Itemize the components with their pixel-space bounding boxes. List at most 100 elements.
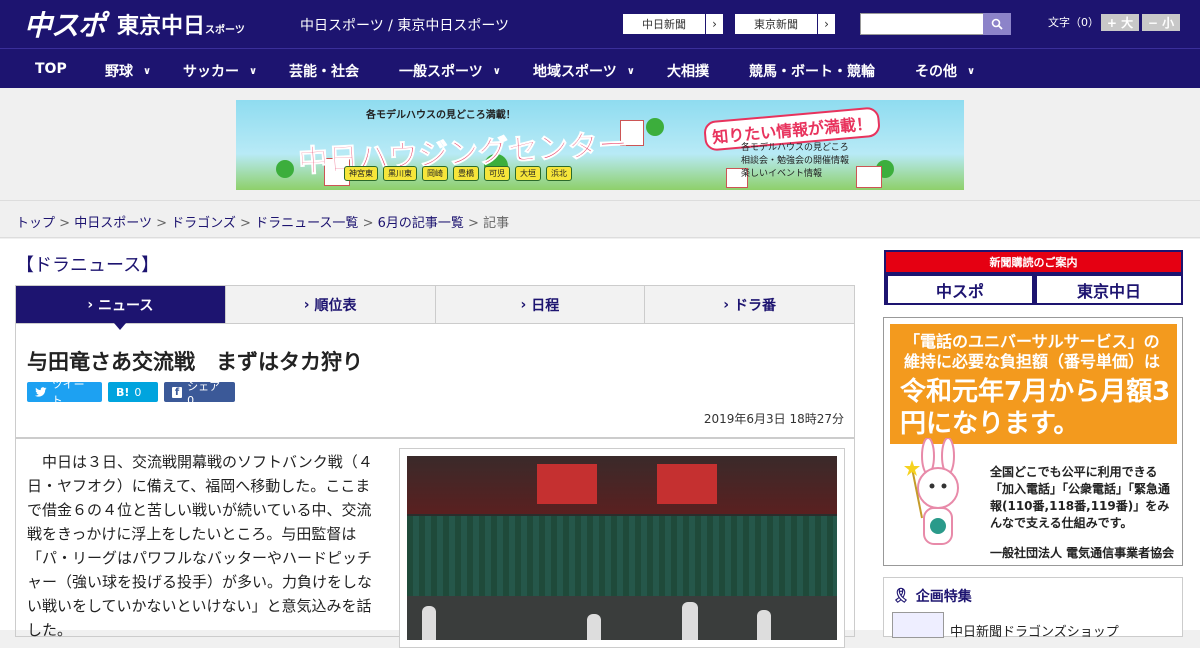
feature-thumbnail bbox=[892, 612, 944, 638]
paper-link-label: 東京新聞 bbox=[754, 18, 798, 31]
feature-title: 企画特集 bbox=[915, 589, 972, 605]
tweet-button[interactable]: ツイート bbox=[27, 378, 102, 407]
font-smaller-button[interactable]: − 小 bbox=[1142, 14, 1180, 31]
ad-organization: 一般社団法人 電気通信事業者協会 bbox=[990, 546, 1175, 560]
nav-label: その他 bbox=[915, 64, 957, 80]
search-input[interactable] bbox=[860, 13, 984, 35]
subscribe-tokyo-chunichi-button[interactable]: 東京中日 bbox=[1037, 276, 1181, 303]
tree-illustration bbox=[646, 118, 664, 136]
search-button[interactable] bbox=[983, 13, 1011, 35]
nav-label: 一般スポーツ bbox=[399, 64, 483, 80]
news-tabs: › ニュース › 順位表 › 日程 › ドラ番 bbox=[15, 285, 855, 330]
bunny-mascot-icon bbox=[904, 438, 959, 545]
nav-item-general-sports[interactable]: 一般スポーツ ∨ bbox=[399, 61, 501, 81]
breadcrumb-separator: > bbox=[59, 216, 71, 231]
player-figure bbox=[422, 606, 436, 640]
article-photo[interactable] bbox=[399, 448, 845, 648]
nav-item-local-sports[interactable]: 地域スポーツ ∨ bbox=[533, 61, 635, 81]
chevron-down-icon: ∨ bbox=[967, 65, 976, 77]
nav-item-other[interactable]: その他 ∨ bbox=[915, 61, 975, 81]
facebook-share-label: シェア 0 bbox=[187, 379, 221, 407]
tab-label: ニュース bbox=[98, 297, 154, 314]
nav-item-soccer[interactable]: サッカー ∨ bbox=[183, 61, 257, 81]
tab-news[interactable]: › ニュース bbox=[16, 286, 226, 330]
ad-city: 黒川東 bbox=[383, 166, 417, 181]
main-nav: TOP 野球 ∨ サッカー ∨ 芸能・社会 一般スポーツ ∨ 地域スポーツ ∨ 大相撲 … bbox=[0, 48, 1200, 88]
ad-question: 「電話のユニバーサルサービス」の維持に必要な負担額（番号単価）は bbox=[904, 332, 1161, 371]
house-illustration bbox=[856, 166, 882, 188]
tab-dora-ban[interactable]: › ドラ番 bbox=[645, 286, 854, 323]
nav-item-top[interactable]: TOP bbox=[35, 61, 67, 77]
tab-standings[interactable]: › 順位表 bbox=[226, 286, 436, 323]
tab-schedule[interactable]: › 日程 bbox=[436, 286, 646, 323]
subscription-box: 新聞購読のご案内 中スポ 東京中日 bbox=[884, 250, 1183, 305]
feature-item-link[interactable]: 中日新聞ドラゴンズショップ bbox=[950, 621, 1119, 640]
font-size-label: 文字（0） bbox=[1048, 16, 1099, 29]
breadcrumb-link-dora-news[interactable]: ドラニュース一覧 bbox=[255, 216, 358, 231]
article-body: 中日は３日、交流戦開幕戦のソフトバンク戦（４日・ヤフオク）に備えて、福岡へ移動し… bbox=[15, 437, 855, 648]
article-date: 2019年6月3日 18時27分 bbox=[703, 412, 844, 426]
ad-feature-line: 各モデルハウスの見どころ bbox=[741, 143, 849, 153]
nav-item-baseball[interactable]: 野球 ∨ bbox=[105, 61, 151, 81]
ad-feature-list: 各モデルハウスの見どころ 相談会・勉強会の開催情報 楽しいイベント情報 bbox=[741, 142, 849, 181]
nav-label: 地域スポーツ bbox=[533, 64, 617, 80]
breadcrumb-separator: > bbox=[240, 216, 251, 231]
ad-feature-line: 相談会・勉強会の開催情報 bbox=[741, 156, 850, 166]
nav-label: 芸能・社会 bbox=[289, 64, 359, 80]
ad-city: 岡崎 bbox=[422, 166, 448, 181]
nav-item-racing[interactable]: 競馬・ボート・競輪 bbox=[749, 61, 875, 81]
chevron-right-icon: › bbox=[705, 14, 723, 34]
facebook-icon: f bbox=[172, 386, 183, 398]
site-header: 中スポ 東京中日スポーツ 中日スポーツ / 東京中日スポーツ 中日新聞 › 東京… bbox=[0, 0, 1200, 48]
breadcrumb-current: 記事 bbox=[483, 216, 510, 231]
chunichi-shimbun-link[interactable]: 中日新聞 › bbox=[622, 13, 724, 35]
article-header: 与田竜さあ交流戦 まずはタカ狩り ツイート B! 0 f シェア 0 2019年… bbox=[15, 324, 855, 439]
twitter-icon bbox=[35, 387, 47, 397]
breadcrumb-separator: > bbox=[362, 216, 374, 231]
font-bigger-button[interactable]: + 大 bbox=[1101, 14, 1139, 31]
housing-center-ad[interactable]: 各モデルハウスの見どころ満載！ 中日ハウジングセンター 知りたい情報が満載！ 各… bbox=[236, 100, 964, 190]
hatena-bookmark-button[interactable]: B! 0 bbox=[108, 382, 158, 402]
hatena-icon: B! bbox=[116, 385, 130, 399]
breadcrumb-link-june-articles[interactable]: 6月の記事一覧 bbox=[378, 216, 464, 231]
nav-label: サッカー bbox=[183, 64, 239, 80]
site-logo[interactable]: 中スポ 東京中日スポーツ bbox=[24, 8, 245, 42]
nav-item-entertainment[interactable]: 芸能・社会 bbox=[289, 61, 359, 81]
breadcrumb-link-dragons[interactable]: ドラゴンズ bbox=[171, 216, 236, 231]
breadcrumb-link-chunichi-sports[interactable]: 中日スポーツ bbox=[74, 216, 152, 231]
tab-label: ドラ番 bbox=[733, 297, 776, 314]
site-name: 中日スポーツ / 東京中日スポーツ bbox=[300, 18, 510, 34]
chevron-down-icon: ∨ bbox=[143, 65, 152, 77]
player-figure bbox=[587, 614, 601, 640]
tab-label: 日程 bbox=[531, 297, 560, 314]
nav-label: TOP bbox=[35, 61, 67, 77]
chevron-right-icon: › bbox=[303, 296, 315, 313]
logo-chuspo: 中スポ bbox=[24, 9, 106, 42]
stadium-upper-stand bbox=[407, 456, 837, 514]
subscription-header-label: 新聞購読のご案内 bbox=[989, 256, 1078, 269]
subscription-header: 新聞購読のご案内 bbox=[886, 252, 1181, 272]
tab-label: 順位表 bbox=[314, 297, 357, 314]
player-figure bbox=[682, 602, 698, 640]
subscribe-chuspo-button[interactable]: 中スポ bbox=[888, 276, 1032, 303]
nav-item-sumo[interactable]: 大相撲 bbox=[667, 61, 709, 81]
ad-city: 可児 bbox=[484, 166, 510, 181]
facebook-share-button[interactable]: f シェア 0 bbox=[164, 380, 235, 407]
stadium-banner bbox=[537, 464, 597, 504]
stadium-photo bbox=[407, 456, 837, 640]
universal-service-ad[interactable]: 「電話のユニバーサルサービス」の維持に必要な負担額（番号単価）は 令和元年7月か… bbox=[883, 317, 1183, 566]
breadcrumb-link-top[interactable]: トップ bbox=[16, 216, 55, 231]
ad-city: 浜北 bbox=[546, 166, 572, 181]
ad-orange-panel: 「電話のユニバーサルサービス」の維持に必要な負担額（番号単価）は 令和元年7月か… bbox=[890, 324, 1177, 444]
tweet-label: ツイート bbox=[51, 378, 85, 407]
tree-illustration bbox=[276, 160, 294, 178]
chevron-right-icon: › bbox=[723, 296, 734, 313]
tokyo-shimbun-link[interactable]: 東京新聞 › bbox=[734, 13, 836, 35]
stadium-field bbox=[407, 596, 837, 640]
ad-city: 大垣 bbox=[515, 166, 541, 181]
stadium-banner bbox=[657, 464, 717, 504]
ad-feature-line: 楽しいイベント情報 bbox=[741, 169, 823, 179]
chevron-right-icon: › bbox=[520, 296, 532, 313]
stadium-seats bbox=[407, 516, 837, 596]
ad-city: 神宮東 bbox=[344, 166, 378, 181]
